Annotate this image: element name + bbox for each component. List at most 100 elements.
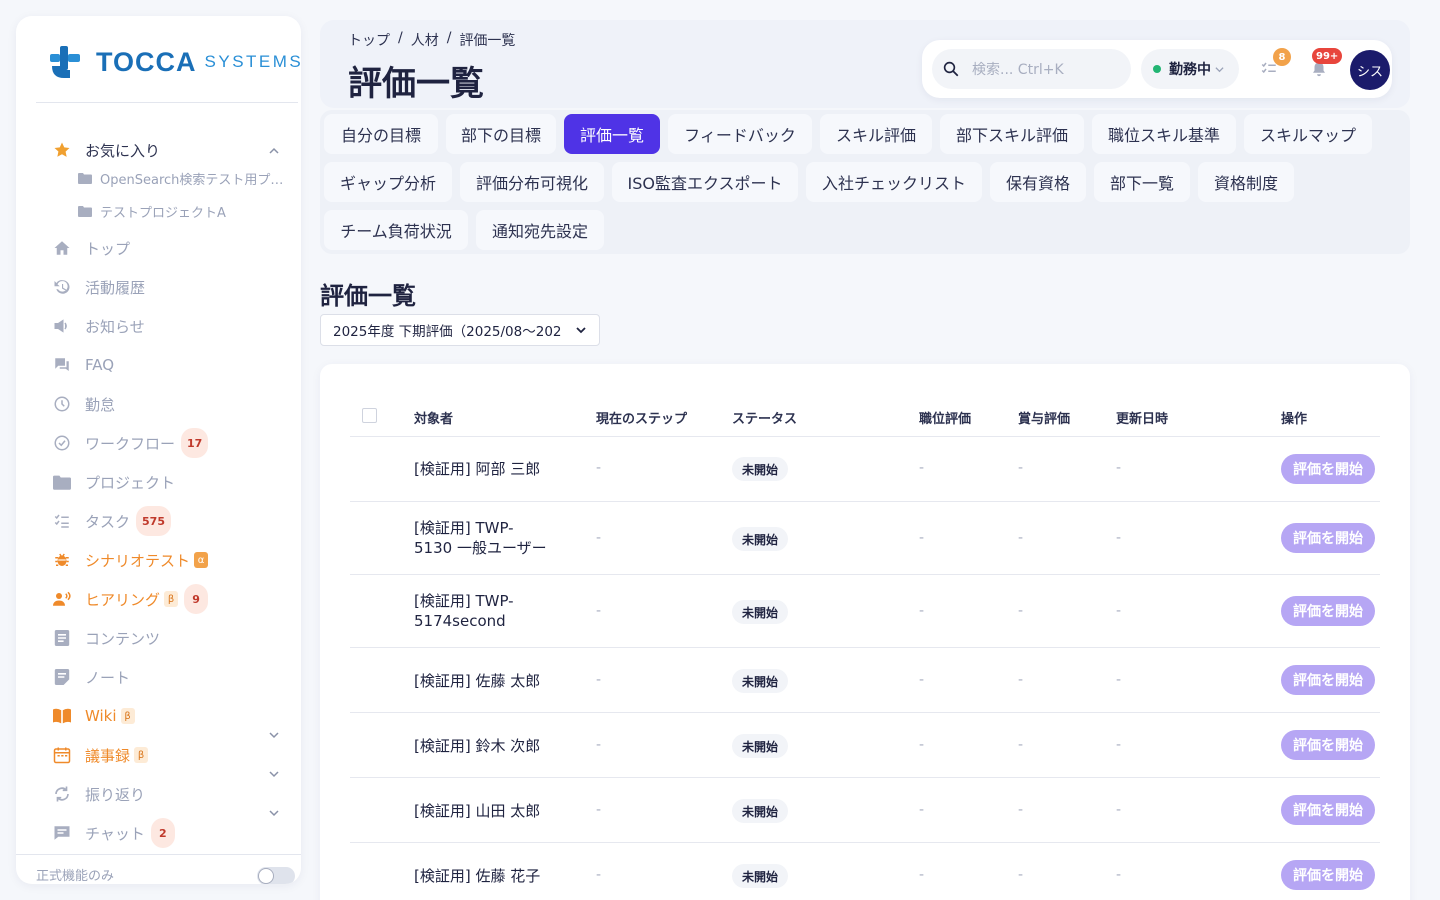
sidebar-item-minutes[interactable]: 議事録 β: [52, 741, 149, 769]
chevron-down-icon[interactable]: [269, 808, 279, 818]
sidebar-item-favorites[interactable]: お気に入り: [52, 136, 160, 164]
sidebar-item-contents[interactable]: コンテンツ: [52, 624, 160, 652]
checklist-icon: [52, 511, 72, 531]
tab-position-skill-standard[interactable]: 職位スキル基準: [1092, 114, 1236, 154]
sidebar-item-faq[interactable]: FAQ: [52, 351, 114, 379]
tab-evaluation-list[interactable]: 評価一覧: [564, 114, 660, 154]
sidebar-item-top[interactable]: トップ: [52, 234, 130, 262]
tab-notification-recipients[interactable]: 通知宛先設定: [476, 210, 604, 250]
sidebar-item-label: 勤怠: [85, 395, 116, 414]
position-eval: -: [919, 672, 925, 688]
sidebar-item-activity[interactable]: 活動履歴: [52, 273, 145, 301]
logo[interactable]: TOCCA SYSTEMS: [48, 42, 301, 82]
favorite-item-opensearch[interactable]: OpenSearch検索テスト用プ…: [78, 166, 283, 190]
sidebar-item-label: タスク: [85, 512, 131, 531]
tab-subordinate-list[interactable]: 部下一覧: [1094, 162, 1190, 202]
position-eval: -: [919, 867, 925, 883]
avatar[interactable]: シス: [1350, 50, 1390, 90]
search-input[interactable]: 検索... Ctrl+K: [932, 49, 1131, 89]
start-evaluation-button[interactable]: 評価を開始: [1281, 665, 1375, 695]
beta-tag: β: [134, 747, 149, 763]
sidebar-item-workflow[interactable]: ワークフロー 17: [52, 428, 209, 458]
tab-evaluation-distribution[interactable]: 評価分布可視化: [460, 162, 604, 202]
current-step: -: [596, 530, 602, 546]
chevron-down-icon[interactable]: [269, 769, 279, 779]
column-header-updated[interactable]: 更新日時: [1116, 408, 1168, 427]
select-all-checkbox[interactable]: [362, 408, 377, 423]
beta-tag: β: [120, 708, 135, 724]
start-evaluation-button[interactable]: 評価を開始: [1281, 523, 1375, 553]
favorite-item-test-project[interactable]: テストプロジェクトA: [78, 199, 226, 223]
table-row: [検証用] 佐藤 太郎 - 未開始 - - - 評価を開始: [350, 648, 1380, 713]
column-header-bonus-eval[interactable]: 賞与評価: [1018, 408, 1070, 427]
tab-subordinate-skill-evaluation[interactable]: 部下スキル評価: [940, 114, 1084, 154]
status-badge: 未開始: [732, 734, 789, 758]
position-eval: -: [919, 460, 925, 476]
start-evaluation-button[interactable]: 評価を開始: [1281, 454, 1375, 484]
favorite-item-label: OpenSearch検索テスト用プ…: [100, 172, 284, 188]
tab-my-goals[interactable]: 自分の目標: [324, 114, 438, 154]
column-header-position-eval[interactable]: 職位評価: [919, 408, 971, 427]
column-header-target[interactable]: 対象者: [414, 408, 453, 427]
status-badge: 未開始: [732, 669, 789, 693]
sidebar-item-attendance[interactable]: 勤怠: [52, 390, 115, 418]
sidebar-item-label: ノート: [85, 668, 131, 687]
sidebar-item-hearing[interactable]: ヒアリング β 9: [52, 584, 209, 614]
column-header-status[interactable]: ステータス: [732, 408, 797, 427]
calendar-icon: [52, 745, 72, 765]
sidebar-item-chat[interactable]: チャット 2: [52, 818, 175, 848]
start-evaluation-button[interactable]: 評価を開始: [1281, 860, 1375, 890]
chevron-up-icon[interactable]: [269, 146, 279, 156]
tab-qualification-system[interactable]: 資格制度: [1198, 162, 1294, 202]
updated-at: -: [1116, 737, 1122, 753]
work-status-dropdown[interactable]: 勤務中: [1141, 49, 1239, 89]
table-row: [検証用] 佐藤 花子 - 未開始 - - - 評価を開始: [350, 843, 1380, 900]
work-status-label: 勤務中: [1169, 62, 1211, 78]
tab-bar: 自分の目標 部下の目標 評価一覧 フィードバック スキル評価 部下スキル評価 職…: [320, 110, 1410, 254]
tab-feedback[interactable]: フィードバック: [668, 114, 812, 154]
note-icon: [52, 667, 72, 687]
sidebar-item-wiki[interactable]: Wiki β: [52, 702, 135, 730]
sidebar-item-scenario-test[interactable]: シナリオテスト α: [52, 546, 209, 574]
breadcrumb-item-talent[interactable]: 人材: [411, 30, 439, 50]
start-evaluation-button[interactable]: 評価を開始: [1281, 596, 1375, 626]
sidebar-item-label: FAQ: [85, 356, 115, 374]
target-name: [検証用] 佐藤 太郎: [414, 672, 541, 690]
bonus-eval: -: [1018, 737, 1024, 753]
tab-skill-map[interactable]: スキルマップ: [1244, 114, 1372, 154]
breadcrumb-item-top[interactable]: トップ: [348, 30, 390, 50]
alpha-tag: α: [194, 552, 209, 568]
speaker-person-icon: [52, 589, 72, 609]
megaphone-icon: [52, 316, 72, 336]
search-icon: [943, 61, 959, 77]
target-name: [検証用] TWP- 5130 一般ユーザー: [414, 518, 547, 558]
tab-subordinate-goals[interactable]: 部下の目標: [446, 114, 556, 154]
status-badge: 未開始: [732, 864, 789, 888]
start-evaluation-button[interactable]: 評価を開始: [1281, 795, 1375, 825]
chat-count-badge: 2: [150, 818, 175, 848]
sidebar-item-label: お知らせ: [85, 317, 145, 336]
column-header-step[interactable]: 現在のステップ: [596, 408, 687, 427]
official-only-toggle[interactable]: [257, 867, 295, 884]
bonus-eval: -: [1018, 802, 1024, 818]
tab-gap-analysis[interactable]: ギャップ分析: [324, 162, 452, 202]
chevron-down-icon[interactable]: [269, 730, 279, 740]
notification-badge: 99+: [1312, 48, 1343, 64]
tab-qualifications[interactable]: 保有資格: [990, 162, 1086, 202]
tab-iso-audit-export[interactable]: ISO監査エクスポート: [612, 162, 798, 202]
sidebar-item-news[interactable]: お知らせ: [52, 312, 145, 340]
chat-bubbles-icon: [52, 355, 72, 375]
tab-team-workload[interactable]: チーム負荷状況: [324, 210, 468, 250]
target-name: [検証用] 阿部 三郎: [414, 460, 541, 478]
updated-at: -: [1116, 460, 1122, 476]
sidebar-item-label: コンテンツ: [85, 629, 161, 648]
sidebar-item-retrospective[interactable]: 振り返り: [52, 780, 145, 808]
tab-skill-evaluation[interactable]: スキル評価: [820, 114, 932, 154]
start-evaluation-button[interactable]: 評価を開始: [1281, 730, 1375, 760]
table-row: [検証用] TWP- 5174second - 未開始 - - - 評価を開始: [350, 575, 1380, 648]
period-select[interactable]: 2025年度 下期評価（2025/08～202: [320, 314, 600, 346]
tab-onboarding-checklist[interactable]: 入社チェックリスト: [806, 162, 982, 202]
sidebar-item-task[interactable]: タスク 575: [52, 506, 171, 536]
sidebar-item-project[interactable]: プロジェクト: [52, 468, 175, 496]
sidebar-item-note[interactable]: ノート: [52, 663, 130, 691]
